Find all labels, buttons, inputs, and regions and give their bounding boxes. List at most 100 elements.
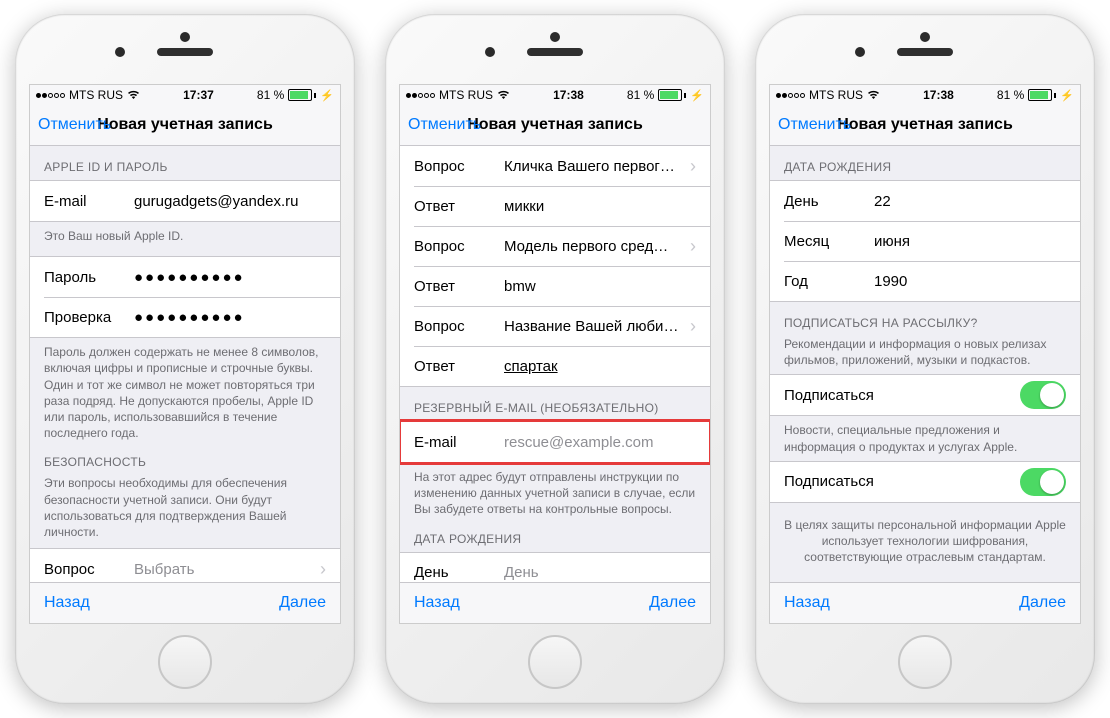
next-button[interactable]: Далее <box>649 594 696 612</box>
password-label: Пароль <box>44 269 134 286</box>
answer3-row[interactable]: Ответ спартак <box>400 346 710 386</box>
password-value: ●●●●●●●●●● <box>134 269 326 286</box>
battery-pct: 81 % <box>257 88 284 102</box>
cancel-button[interactable]: Отменить <box>408 116 481 134</box>
question-label: Вопрос <box>414 158 504 175</box>
privacy-note: В целях защиты персональной информации A… <box>770 503 1080 566</box>
nav-bar: Отменить Новая учетная запись <box>400 105 710 146</box>
answer1-value: микки <box>504 198 696 215</box>
page-title: Новая учетная запись <box>837 116 1013 134</box>
day-label: День <box>784 193 874 210</box>
chevron-right-icon: › <box>690 156 696 177</box>
day-label: День <box>414 564 504 581</box>
wifi-icon <box>497 89 510 103</box>
next-button[interactable]: Далее <box>279 594 326 612</box>
battery-icon <box>288 89 316 101</box>
section-rescue-email: РЕЗЕРВНЫЙ E-MAIL (НЕОБЯЗАТЕЛЬНО) <box>400 387 710 421</box>
phone-1: MTS RUS 17:37 81 % ⚡ Отменить Новая учет… <box>15 14 355 704</box>
email-label: E-mail <box>44 193 134 210</box>
subscribe1-label: Подписаться <box>784 387 1020 404</box>
battery-icon <box>658 89 686 101</box>
question-placeholder: Выбрать <box>134 561 314 578</box>
section-apple-id: APPLE ID И ПАРОЛЬ <box>30 146 340 180</box>
signal-dots-icon <box>776 93 805 98</box>
question2-row[interactable]: Вопрос Модель первого сред… › <box>400 226 710 266</box>
page-title: Новая учетная запись <box>97 116 273 134</box>
verify-label: Проверка <box>44 309 134 326</box>
day-value: 22 <box>874 193 1066 210</box>
answer3-value: спартак <box>504 358 696 375</box>
wifi-icon <box>867 89 880 103</box>
year-row[interactable]: Год 1990 <box>770 261 1080 301</box>
verify-value: ●●●●●●●●●● <box>134 309 326 326</box>
verify-row[interactable]: Проверка ●●●●●●●●●● <box>30 297 340 337</box>
subscribe1-row: Подписаться <box>770 375 1080 415</box>
email-value: gurugadgets@yandex.ru <box>134 193 326 210</box>
back-button[interactable]: Назад <box>784 594 830 612</box>
chevron-right-icon: › <box>690 316 696 337</box>
charging-icon: ⚡ <box>1060 89 1074 102</box>
subscribe2-label: Подписаться <box>784 473 1020 490</box>
clock: 17:38 <box>923 88 954 102</box>
email-row[interactable]: E-mail gurugadgets@yandex.ru <box>30 181 340 221</box>
cancel-button[interactable]: Отменить <box>38 116 111 134</box>
rescue-email-placeholder: rescue@example.com <box>504 434 696 451</box>
answer-label: Ответ <box>414 358 504 375</box>
home-button[interactable] <box>158 635 212 689</box>
nav-bar: Отменить Новая учетная запись <box>770 105 1080 146</box>
charging-icon: ⚡ <box>690 89 704 102</box>
question3-row[interactable]: Вопрос Название Вашей люби… › <box>400 306 710 346</box>
back-button[interactable]: Назад <box>44 594 90 612</box>
subscribe2-hint: Новости, специальные предложения и инфор… <box>770 416 1080 454</box>
month-value: июня <box>874 233 1066 250</box>
section-security: БЕЗОПАСНОСТЬ <box>30 441 340 475</box>
subscribe1-toggle[interactable] <box>1020 381 1066 409</box>
month-label: Месяц <box>784 233 874 250</box>
year-label: Год <box>784 273 874 290</box>
day-row[interactable]: День День <box>400 553 710 582</box>
next-button[interactable]: Далее <box>1019 594 1066 612</box>
password-row[interactable]: Пароль ●●●●●●●●●● <box>30 257 340 297</box>
carrier-label: MTS RUS <box>809 88 863 102</box>
home-button[interactable] <box>898 635 952 689</box>
question-label: Вопрос <box>44 561 134 578</box>
subscribe2-row: Подписаться <box>770 462 1080 502</box>
answer2-value: bmw <box>504 278 696 295</box>
status-bar: MTS RUS 17:38 81 % ⚡ <box>770 85 1080 105</box>
answer-label: Ответ <box>414 278 504 295</box>
wifi-icon <box>127 89 140 103</box>
chevron-right-icon: › <box>320 559 326 580</box>
answer2-row[interactable]: Ответ bmw <box>400 266 710 306</box>
charging-icon: ⚡ <box>320 89 334 102</box>
question1-row[interactable]: Вопрос Кличка Вашего первог… › <box>400 146 710 186</box>
status-bar: MTS RUS 17:38 81 % ⚡ <box>400 85 710 105</box>
question-row[interactable]: Вопрос Выбрать › <box>30 549 340 582</box>
battery-icon <box>1028 89 1056 101</box>
clock: 17:37 <box>183 88 214 102</box>
carrier-label: MTS RUS <box>439 88 493 102</box>
carrier-label: MTS RUS <box>69 88 123 102</box>
question1-value: Кличка Вашего первог… <box>504 158 684 175</box>
back-button[interactable]: Назад <box>414 594 460 612</box>
section-dob: ДАТА РОЖДЕНИЯ <box>770 146 1080 180</box>
security-hint: Эти вопросы необходимы для обеспечения б… <box>30 475 340 540</box>
month-row[interactable]: Месяц июня <box>770 221 1080 261</box>
subscribe2-toggle[interactable] <box>1020 468 1066 496</box>
page-title: Новая учетная запись <box>467 116 643 134</box>
answer1-row[interactable]: Ответ микки <box>400 186 710 226</box>
chevron-right-icon: › <box>690 236 696 257</box>
subscribe1-hint: Рекомендации и информация о новых релиза… <box>770 336 1080 368</box>
battery-pct: 81 % <box>997 88 1024 102</box>
day-row[interactable]: День 22 <box>770 181 1080 221</box>
day-placeholder: День <box>504 564 696 581</box>
clock: 17:38 <box>553 88 584 102</box>
password-hint: Пароль должен содержать не менее 8 симво… <box>30 338 340 441</box>
signal-dots-icon <box>406 93 435 98</box>
rescue-email-row[interactable]: E-mail rescue@example.com <box>400 422 710 462</box>
section-dob: ДАТА РОЖДЕНИЯ <box>400 518 710 552</box>
phone-2: MTS RUS 17:38 81 % ⚡ Отменить Новая учет… <box>385 14 725 704</box>
signal-dots-icon <box>36 93 65 98</box>
cancel-button[interactable]: Отменить <box>778 116 851 134</box>
rescue-email-hint: На этот адрес будут отправлены инструкци… <box>400 463 710 518</box>
home-button[interactable] <box>528 635 582 689</box>
